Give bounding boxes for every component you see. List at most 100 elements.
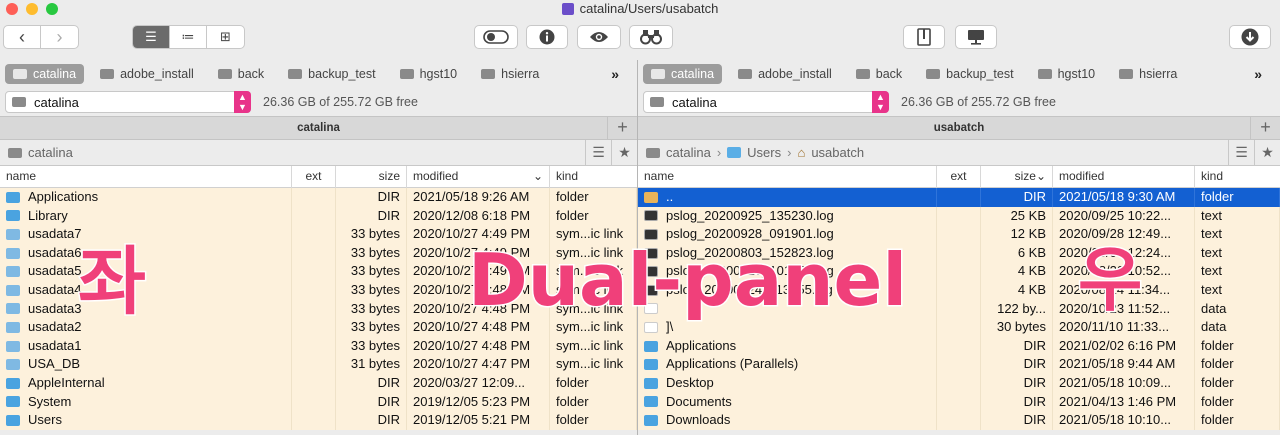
cell-ext	[292, 206, 336, 226]
home-icon: ⌂	[797, 145, 806, 160]
zoom-window-button[interactable]	[46, 3, 58, 15]
table-row[interactable]: pslog_20200925_135230.log 25 KB 2020/09/25…	[638, 206, 1280, 226]
table-row[interactable]: Desktop DIR 2021/05/18 10:09... folder	[638, 373, 1280, 393]
toggle-hidden-button[interactable]	[474, 25, 518, 49]
download-button[interactable]	[1229, 25, 1271, 49]
tab-adobe-install[interactable]: adobe_install	[92, 64, 202, 84]
drive-icon	[646, 147, 660, 158]
minimize-window-button[interactable]	[26, 3, 38, 15]
column-kind[interactable]: kind	[1195, 166, 1280, 188]
volume-select-value: catalina	[672, 94, 717, 110]
tab-label: backup_test	[308, 67, 376, 81]
volume-tabs: catalina adobe_install back backup_test …	[0, 60, 637, 88]
tab-hgst10[interactable]: hgst10	[1030, 64, 1104, 84]
cell-modified: 2021/05/18 9:44 AM	[1053, 355, 1195, 374]
cell-size: DIR	[981, 355, 1053, 374]
parent-folder-icon	[644, 191, 658, 203]
add-tab-button[interactable]: +	[607, 117, 637, 139]
table-row[interactable]: Library DIR 2020/12/08 6:18 PM folder	[0, 206, 637, 226]
tab-catalina[interactable]: catalina	[5, 64, 85, 84]
tab-backup-test[interactable]: backup_test	[280, 64, 383, 84]
volume-row: catalina ▲ ▼ 26.36 GB of 255.72 GB free	[638, 88, 1280, 116]
back-button[interactable]: ‹	[4, 26, 41, 48]
network-button[interactable]	[955, 25, 997, 49]
breadcrumb-item[interactable]: catalina	[666, 145, 711, 160]
more-tabs-button[interactable]: »	[611, 66, 619, 82]
column-name[interactable]: name	[0, 166, 292, 188]
tab-catalina[interactable]: catalina	[643, 64, 723, 84]
table-row[interactable]: USA_DB 31 bytes 2020/10/27 4:47 PM sym...ic…	[0, 355, 637, 374]
tab-hgst10[interactable]: hgst10	[392, 64, 466, 84]
column-name[interactable]: name	[638, 166, 937, 188]
overlay-left-label: 좌	[76, 239, 147, 325]
breadcrumb: catalina ☰ ★	[0, 140, 637, 166]
table-row[interactable]: Downloads DIR 2021/05/18 10:10... folder	[638, 411, 1280, 430]
cell-modified: 2020/10/27 4:48 PM	[407, 336, 550, 356]
volume-stepper[interactable]: ▲ ▼	[872, 91, 889, 113]
cell-ext	[937, 225, 981, 244]
volume-select[interactable]: catalina ▲ ▼	[643, 91, 889, 113]
link-icon	[6, 303, 20, 315]
file-name: usadata2	[28, 319, 82, 335]
sort-chevron-icon: ⌄	[532, 169, 543, 183]
tab-hsierra[interactable]: hsierra	[1111, 64, 1185, 84]
table-row[interactable]: AppleInternal DIR 2020/03/27 12:09... folde…	[0, 373, 637, 393]
breadcrumb-item[interactable]: Users	[747, 145, 781, 160]
table-row[interactable]: .. DIR 2021/05/18 9:30 AM folder	[638, 188, 1280, 207]
table-row[interactable]: Applications DIR 2021/02/02 6:16 PM folder	[638, 336, 1280, 356]
free-space: 26.36 GB of 255.72 GB free	[901, 95, 1056, 109]
cell-name: Downloads	[638, 411, 937, 430]
file-name: Library	[28, 207, 68, 223]
free-space: 26.36 GB of 255.72 GB free	[263, 95, 418, 109]
favorite-star-icon[interactable]: ★	[611, 140, 637, 165]
breadcrumb-item[interactable]: catalina	[28, 145, 73, 160]
close-window-button[interactable]	[6, 3, 18, 15]
column-kind[interactable]: kind	[550, 166, 637, 188]
table-row[interactable]: usadata1 33 bytes 2020/10/27 4:48 PM sym...…	[0, 336, 637, 356]
cell-name: Documents	[638, 392, 937, 412]
archive-button[interactable]	[903, 25, 945, 49]
tab-hsierra[interactable]: hsierra	[473, 64, 547, 84]
path-title-bar: usabatch +	[638, 116, 1280, 140]
table-row[interactable]: Documents DIR 2021/04/13 1:46 PM folder	[638, 392, 1280, 412]
column-modified[interactable]: modified	[1053, 166, 1195, 188]
list-options-icon[interactable]: ☰	[585, 140, 611, 165]
breadcrumb-item[interactable]: usabatch	[811, 145, 864, 160]
quicklook-button[interactable]	[577, 25, 621, 49]
favorite-star-icon[interactable]: ★	[1254, 140, 1280, 165]
drive-icon	[855, 69, 870, 79]
column-ext[interactable]: ext	[937, 166, 981, 188]
add-tab-button[interactable]: +	[1250, 117, 1280, 139]
more-tabs-button[interactable]: »	[1254, 66, 1262, 82]
forward-button[interactable]: ›	[41, 26, 78, 48]
search-button[interactable]	[629, 25, 673, 49]
column-modified[interactable]: modified ⌄	[407, 166, 550, 188]
info-button[interactable]	[526, 25, 568, 49]
list-view-button[interactable]: ☰	[133, 26, 170, 48]
volume-stepper[interactable]: ▲ ▼	[234, 91, 251, 113]
file-name: Applications (Parallels)	[666, 356, 799, 372]
column-size[interactable]: size	[336, 166, 407, 188]
table-row[interactable]: Users DIR 2019/12/05 5:21 PM folder	[0, 411, 637, 430]
cell-size: 33 bytes	[336, 225, 407, 244]
cell-ext	[292, 262, 336, 281]
column-size[interactable]: size⌄	[981, 166, 1053, 188]
tab-backup-test[interactable]: backup_test	[918, 64, 1021, 84]
cell-size: 33 bytes	[336, 243, 407, 263]
file-name: Users	[28, 412, 62, 428]
tab-back[interactable]: back	[210, 64, 272, 84]
tab-adobe-install[interactable]: adobe_install	[730, 64, 840, 84]
tab-back[interactable]: back	[848, 64, 910, 84]
cell-size: 12 KB	[981, 225, 1053, 244]
detail-view-button[interactable]: ≔	[170, 26, 207, 48]
cell-kind: folder	[550, 188, 637, 207]
list-options-icon[interactable]: ☰	[1228, 140, 1254, 165]
grid-view-button[interactable]: ⊞	[207, 26, 244, 48]
volume-select[interactable]: catalina ▲ ▼	[5, 91, 251, 113]
table-row[interactable]: Applications (Parallels) DIR 2021/05/18 9:…	[638, 355, 1280, 374]
table-row[interactable]: Applications DIR 2021/05/18 9:26 AM folder	[0, 188, 637, 207]
column-ext[interactable]: ext	[292, 166, 336, 188]
table-row[interactable]: System DIR 2019/12/05 5:23 PM folder	[0, 392, 637, 412]
folder-icon	[6, 210, 20, 222]
cell-kind: folder	[1195, 373, 1280, 393]
